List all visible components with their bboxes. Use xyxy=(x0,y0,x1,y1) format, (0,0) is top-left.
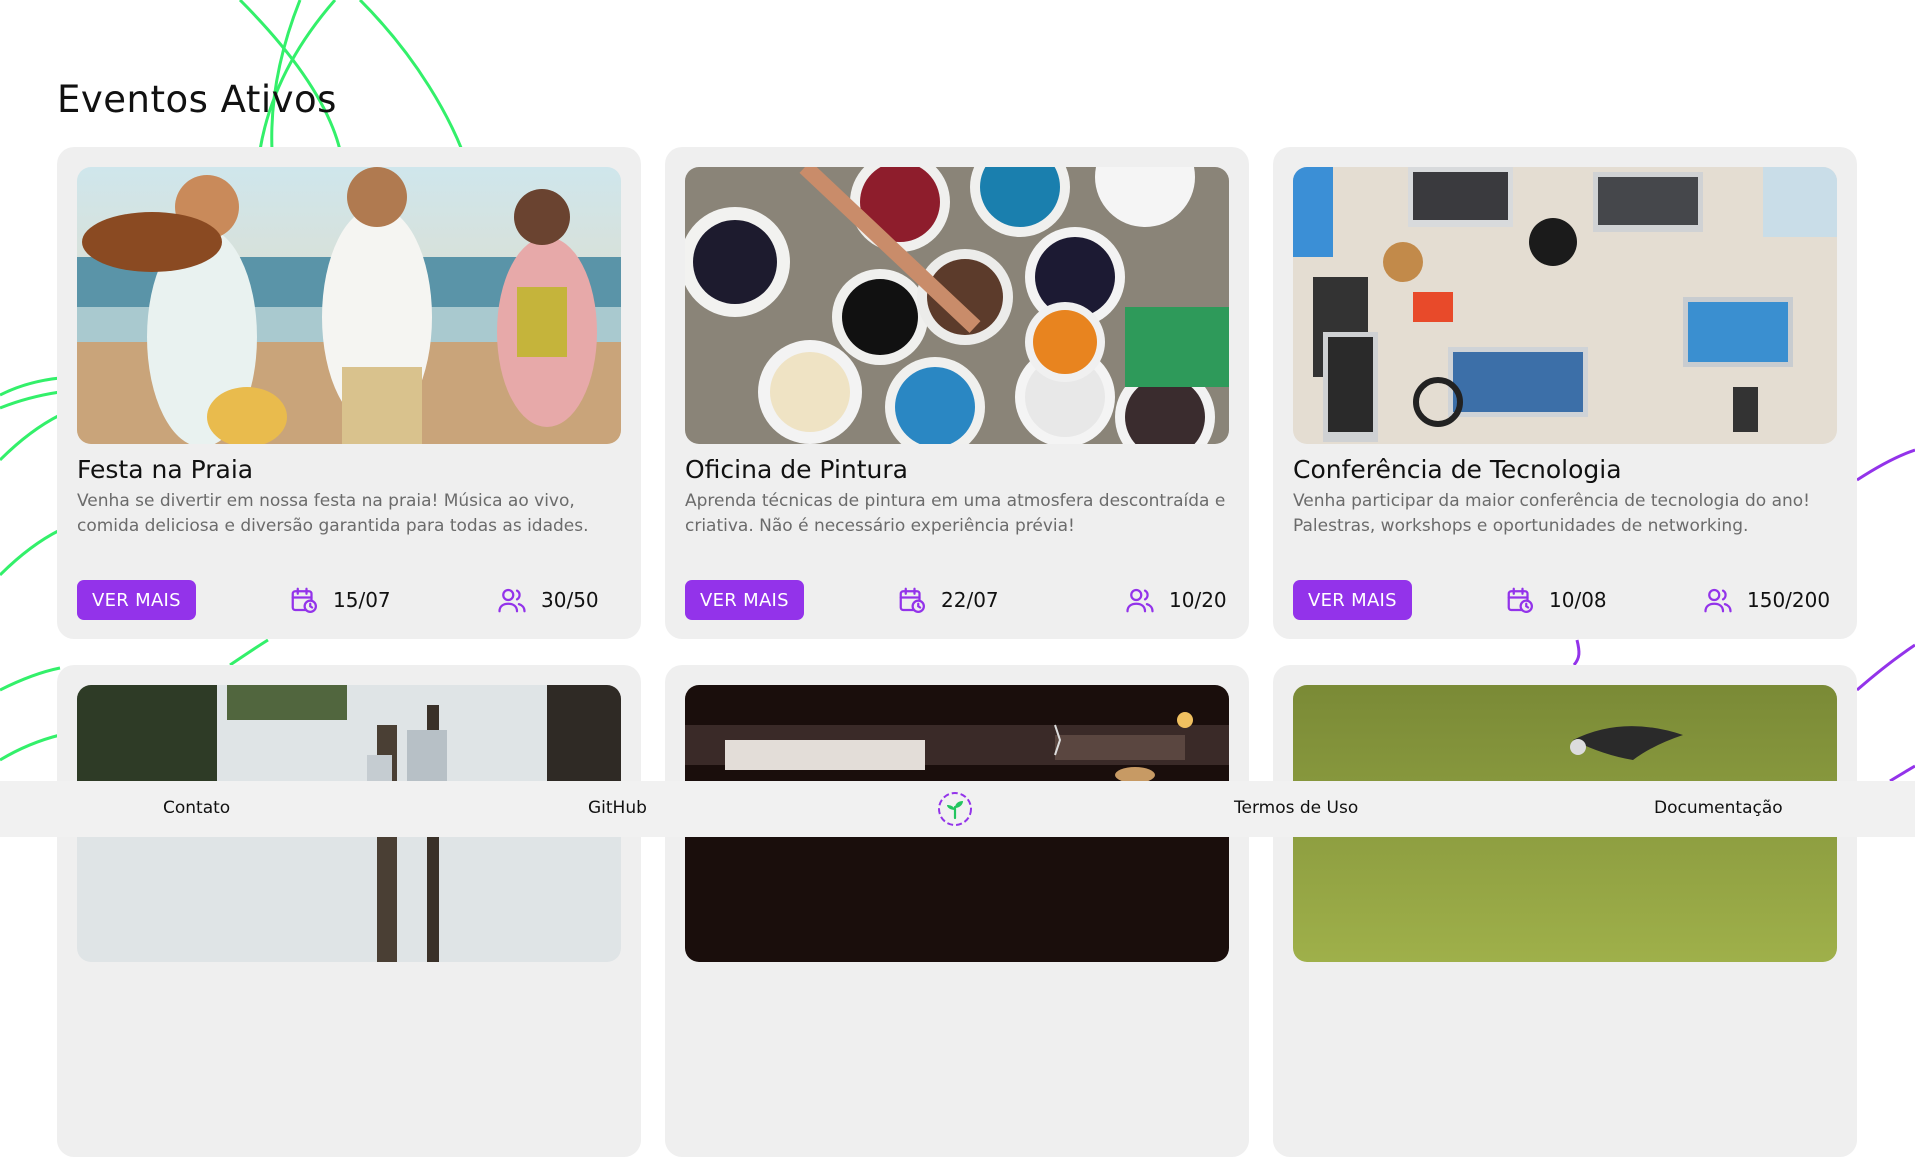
event-card: Conferência de Tecnologia Venha particip… xyxy=(1273,147,1857,639)
event-participants-value: 10/20 xyxy=(1169,588,1227,612)
calendar-clock-icon xyxy=(291,587,317,613)
page-title: Eventos Ativos xyxy=(57,78,337,121)
event-card xyxy=(1273,665,1857,1157)
event-image xyxy=(685,167,1229,444)
event-date: 22/07 xyxy=(897,583,999,617)
ver-mais-button[interactable]: VER MAIS xyxy=(685,580,804,620)
users-icon xyxy=(1126,588,1154,613)
event-participants-value: 30/50 xyxy=(541,588,599,612)
event-card xyxy=(665,665,1249,1157)
event-image xyxy=(77,167,621,444)
event-description: Venha se divertir em nossa festa na prai… xyxy=(77,491,589,536)
users-icon xyxy=(498,588,526,613)
calendar-clock-icon xyxy=(1507,587,1533,613)
footer: Contato GitHub Termos de Uso Documentaçã… xyxy=(0,781,1915,837)
calendar-clock-icon xyxy=(899,587,925,613)
event-date-value: 15/07 xyxy=(333,588,391,612)
event-date: 15/07 xyxy=(289,583,391,617)
event-description: Venha participar da maior conferência de… xyxy=(1293,491,1810,536)
event-image xyxy=(1293,167,1837,444)
footer-link-termos-de-uso[interactable]: Termos de Uso xyxy=(1234,798,1358,818)
event-title: Oficina de Pintura xyxy=(685,455,908,484)
sprout-logo-icon[interactable] xyxy=(937,791,973,827)
ver-mais-button[interactable]: VER MAIS xyxy=(1293,580,1412,620)
event-title: Conferência de Tecnologia xyxy=(1293,455,1622,484)
event-date-value: 10/08 xyxy=(1549,588,1607,612)
footer-link-contato[interactable]: Contato xyxy=(163,798,230,818)
event-card xyxy=(57,665,641,1157)
ver-mais-button[interactable]: VER MAIS xyxy=(77,580,196,620)
event-card: Festa na Praia Venha se divertir em noss… xyxy=(57,147,641,639)
event-participants-value: 150/200 xyxy=(1747,588,1831,612)
footer-link-github[interactable]: GitHub xyxy=(588,798,647,818)
event-title: Festa na Praia xyxy=(77,455,254,484)
event-participants: 10/20 xyxy=(1125,583,1227,617)
event-participants: 30/50 xyxy=(497,583,599,617)
users-icon xyxy=(1704,588,1732,613)
event-date: 10/08 xyxy=(1505,583,1607,617)
footer-link-documentacao[interactable]: Documentação xyxy=(1654,798,1783,818)
event-card: Oficina de Pintura Aprenda técnicas de p… xyxy=(665,147,1249,639)
event-participants: 150/200 xyxy=(1703,583,1830,617)
event-date-value: 22/07 xyxy=(941,588,999,612)
event-description: Aprenda técnicas de pintura em uma atmos… xyxy=(685,491,1226,536)
